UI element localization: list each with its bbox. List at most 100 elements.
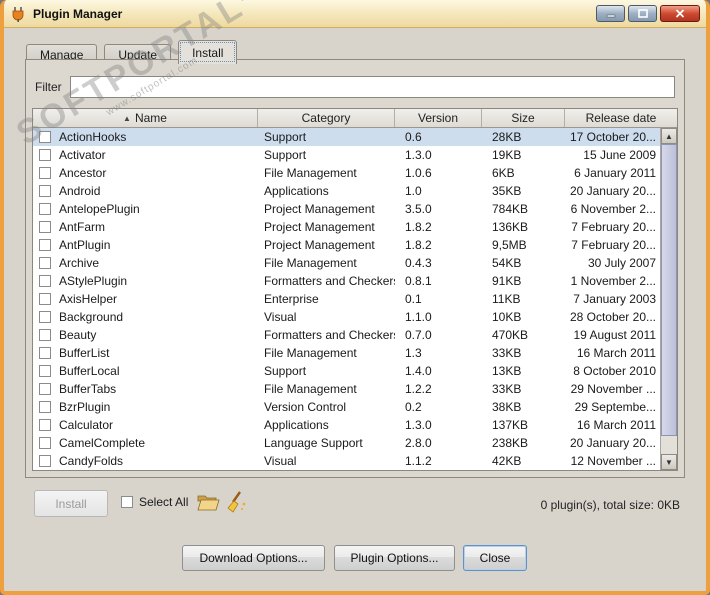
plugin-version: 1.3.0 (405, 148, 432, 162)
table-row[interactable]: BufferLocal Support 1.4.0 13KB 8 October… (33, 362, 660, 380)
minimize-icon (606, 14, 615, 18)
row-checkbox[interactable] (39, 311, 51, 323)
table-row[interactable]: AntFarm Project Management 1.8.2 136KB 7… (33, 218, 660, 236)
download-options-button[interactable]: Download Options... (182, 545, 325, 571)
column-header-size[interactable]: Size (482, 109, 565, 127)
plugin-name: Calculator (59, 418, 114, 432)
table-row[interactable]: Calculator Applications 1.3.0 137KB 16 M… (33, 416, 660, 434)
install-button[interactable]: Install (34, 490, 108, 517)
row-checkbox[interactable] (39, 455, 51, 467)
column-header-name[interactable]: ▲ Name (33, 109, 258, 127)
select-all-checkbox[interactable] (121, 496, 133, 508)
plugin-release-date: 29 November ... (570, 382, 656, 396)
title-bar[interactable]: Plugin Manager (4, 0, 706, 28)
plugin-version: 1.8.2 (405, 220, 432, 234)
plugin-release-date: 16 March 2011 (576, 346, 656, 360)
column-header-version[interactable]: Version (395, 109, 482, 127)
plugin-category: File Management (264, 382, 357, 396)
row-checkbox[interactable] (39, 131, 51, 143)
plugin-size: 28KB (492, 130, 522, 144)
row-checkbox[interactable] (39, 419, 51, 431)
row-checkbox[interactable] (39, 149, 51, 161)
table-row[interactable]: BufferList File Management 1.3 33KB 16 M… (33, 344, 660, 362)
scrollbar-thumb[interactable] (661, 144, 677, 436)
row-checkbox[interactable] (39, 437, 51, 449)
row-checkbox[interactable] (39, 257, 51, 269)
close-window-button[interactable] (660, 5, 700, 22)
plugin-size: 35KB (492, 184, 522, 198)
table-row[interactable]: CandyFolds Visual 1.1.2 42KB 12 November… (33, 452, 660, 470)
plugin-category: Language Support (264, 436, 363, 450)
table-row[interactable]: Background Visual 1.1.0 10KB 28 October … (33, 308, 660, 326)
plugin-name: BufferLocal (59, 364, 120, 378)
plugin-category: File Management (264, 166, 357, 180)
plugin-version: 0.7.0 (405, 328, 432, 342)
maximize-button[interactable] (628, 5, 657, 22)
table-header: ▲ Name Category Version Size Release dat… (33, 109, 677, 128)
row-checkbox[interactable] (39, 203, 51, 215)
open-folder-icon[interactable] (196, 490, 220, 514)
table-row[interactable]: Archive File Management 0.4.3 54KB 30 Ju… (33, 254, 660, 272)
minimize-button[interactable] (596, 5, 625, 22)
row-checkbox[interactable] (39, 365, 51, 377)
plugin-size: 238KB (492, 436, 529, 450)
table-row[interactable]: ActionHooks Support 0.6 28KB 17 October … (33, 128, 660, 146)
plugin-category: Support (264, 364, 307, 378)
table-row[interactable]: Ancestor File Management 1.0.6 6KB 6 Jan… (33, 164, 660, 182)
row-checkbox[interactable] (39, 221, 51, 233)
table-row[interactable]: Activator Support 1.3.0 19KB 15 June 200… (33, 146, 660, 164)
row-checkbox[interactable] (39, 239, 51, 251)
row-checkbox[interactable] (39, 167, 51, 179)
column-header-size-label: Size (511, 111, 535, 125)
close-button[interactable]: Close (463, 545, 527, 571)
table-row[interactable]: Beauty Formatters and Checkers 0.7.0 470… (33, 326, 660, 344)
column-header-category[interactable]: Category (258, 109, 395, 127)
plugin-version: 1.3 (405, 346, 422, 360)
plugin-version: 1.4.0 (405, 364, 432, 378)
plugin-name: BzrPlugin (59, 400, 111, 414)
plugin-category: Support (264, 148, 307, 162)
plugin-name: BufferList (59, 346, 110, 360)
plugin-size: 6KB (492, 166, 515, 180)
tab-install[interactable]: Install (178, 40, 238, 64)
plugin-size: 10KB (492, 310, 522, 324)
table-row[interactable]: BufferTabs File Management 1.2.2 33KB 29… (33, 380, 660, 398)
column-header-release-date[interactable]: Release date (565, 109, 677, 127)
plugin-release-date: 30 July 2007 (587, 256, 656, 270)
plugin-version: 0.4.3 (405, 256, 432, 270)
row-checkbox[interactable] (39, 329, 51, 341)
row-checkbox[interactable] (39, 401, 51, 413)
table-row[interactable]: AntelopePlugin Project Management 3.5.0 … (33, 200, 660, 218)
table-row[interactable]: AntPlugin Project Management 1.8.2 9,5MB… (33, 236, 660, 254)
plugin-size: 33KB (492, 346, 522, 360)
plugin-name: BufferTabs (59, 382, 117, 396)
row-checkbox[interactable] (39, 383, 51, 395)
plugin-options-button[interactable]: Plugin Options... (334, 545, 455, 571)
plugin-version: 2.8.0 (405, 436, 432, 450)
row-checkbox[interactable] (39, 185, 51, 197)
scroll-down-button[interactable]: ▼ (661, 454, 677, 470)
row-checkbox[interactable] (39, 293, 51, 305)
cleanup-broom-icon[interactable] (225, 490, 249, 514)
table-row[interactable]: AxisHelper Enterprise 0.1 11KB 7 January… (33, 290, 660, 308)
plugin-size: 137KB (492, 418, 529, 432)
table-row[interactable]: Android Applications 1.0 35KB 20 January… (33, 182, 660, 200)
plugin-release-date: 19 August 2011 (573, 328, 656, 342)
plugin-name: Activator (59, 148, 106, 162)
select-all-control[interactable]: Select All (121, 495, 188, 509)
plugin-size: 13KB (492, 364, 522, 378)
plugin-version: 0.8.1 (405, 274, 432, 288)
row-checkbox[interactable] (39, 347, 51, 359)
scroll-up-button[interactable]: ▲ (661, 128, 677, 144)
row-checkbox[interactable] (39, 275, 51, 287)
plugin-name: AxisHelper (59, 292, 118, 306)
filter-input[interactable] (69, 76, 675, 98)
plugin-category: Project Management (264, 202, 375, 216)
vertical-scrollbar[interactable]: ▲ ▼ (660, 128, 677, 470)
plugin-release-date: 20 January 20... (569, 436, 656, 450)
table-row[interactable]: BzrPlugin Version Control 0.2 38KB 29 Se… (33, 398, 660, 416)
plugin-version: 1.2.2 (405, 382, 432, 396)
plugin-category: Project Management (264, 220, 375, 234)
table-row[interactable]: CamelComplete Language Support 2.8.0 238… (33, 434, 660, 452)
table-row[interactable]: AStylePlugin Formatters and Checkers 0.8… (33, 272, 660, 290)
